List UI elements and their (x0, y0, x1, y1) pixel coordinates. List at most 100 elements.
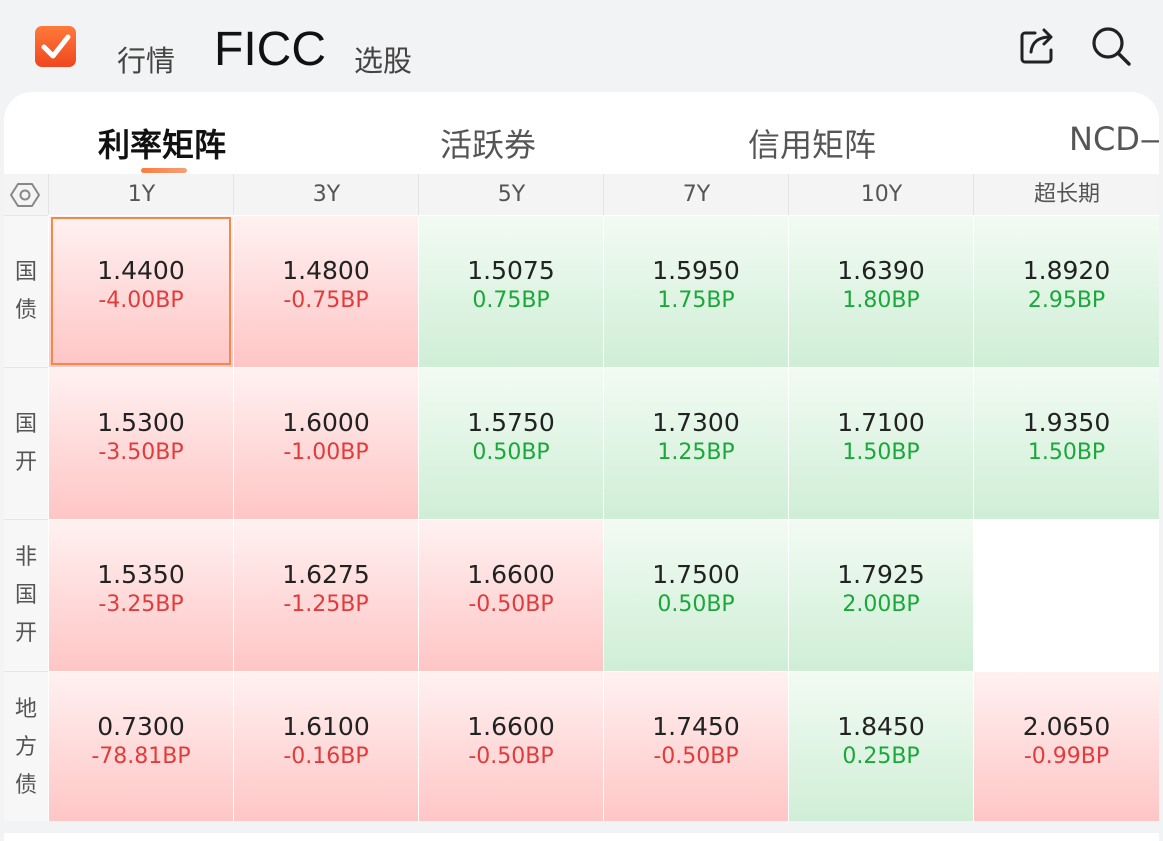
column-header[interactable]: 10Y (788, 174, 974, 215)
yield-change: 0.50BP (657, 592, 735, 617)
matrix-cell[interactable]: 1.6600 -0.50BP (418, 671, 603, 823)
nav-tab-market[interactable]: 行情 (117, 38, 175, 80)
row-label: 国开 (4, 367, 48, 520)
yield-value: 0.7300 (97, 712, 185, 741)
nav-tab-ficc[interactable]: FICC (214, 22, 326, 77)
column-header[interactable]: 超长期 (973, 174, 1159, 215)
matrix-cell[interactable]: 1.6000 -1.00BP (233, 367, 418, 519)
yield-value: 1.4800 (282, 256, 370, 285)
row-label-char: 地 (14, 697, 37, 722)
matrix-cell[interactable]: 1.7100 1.50BP (788, 367, 973, 519)
yield-change: 1.25BP (657, 440, 735, 465)
yield-change: -1.00BP (283, 440, 369, 465)
bottom-strip (4, 821, 1159, 833)
yield-value: 1.7925 (837, 560, 925, 589)
row-label-char: 国 (14, 583, 37, 608)
matrix-cell[interactable]: 1.6275 -1.25BP (233, 519, 418, 671)
share-icon[interactable] (1017, 25, 1059, 67)
yield-change: -3.50BP (98, 440, 184, 465)
yield-change: -0.50BP (468, 592, 554, 617)
check-square-icon[interactable] (35, 26, 76, 67)
yield-change: -1.25BP (283, 592, 369, 617)
subtab-credit-matrix[interactable]: 信用矩阵 (748, 120, 876, 166)
matrix-cell[interactable]: 1.7500 0.50BP (603, 519, 788, 671)
search-icon[interactable] (1090, 25, 1132, 67)
yield-change: 2.00BP (842, 592, 920, 617)
matrix-cell[interactable]: 1.5350 -3.25BP (48, 519, 233, 671)
row-label: 地方债 (4, 671, 48, 824)
selected-cell-outline (51, 217, 231, 365)
matrix-cell[interactable]: 1.8920 2.95BP (973, 215, 1159, 367)
column-header-row: 1Y 3Y 5Y 7Y 10Y 超长期 (4, 174, 1159, 215)
row-label: 国债 (4, 215, 48, 368)
yield-value: 1.7300 (652, 408, 740, 437)
yield-value: 1.6390 (837, 256, 925, 285)
matrix-cell[interactable]: 1.9350 1.50BP (973, 367, 1159, 519)
matrix-cell[interactable]: 1.7300 1.25BP (603, 367, 788, 519)
yield-value: 1.6600 (467, 712, 555, 741)
yield-change: -78.81BP (91, 744, 191, 769)
yield-change: -0.50BP (468, 744, 554, 769)
yield-change: 0.50BP (472, 440, 550, 465)
matrix-cell[interactable]: 1.6100 -0.16BP (233, 671, 418, 823)
top-bar: 行情 FICC 选股 (0, 0, 1163, 92)
matrix-cell[interactable]: 1.5300 -3.50BP (48, 367, 233, 519)
matrix-cell[interactable]: 2.0650 -0.99BP (973, 671, 1159, 823)
yield-value: 1.9350 (1022, 408, 1111, 437)
yield-value: 1.5075 (467, 256, 555, 285)
matrix-cell[interactable]: 1.7450 -0.50BP (603, 671, 788, 823)
yield-value: 1.6100 (282, 712, 370, 741)
row-label-char: 国 (14, 260, 37, 285)
yield-change: 1.75BP (657, 288, 735, 313)
matrix-cell[interactable]: 1.5750 0.50BP (418, 367, 603, 519)
matrix-cell[interactable]: 0.7300 -78.81BP (48, 671, 233, 823)
row-label-char: 非 (14, 545, 37, 570)
yield-value: 1.7100 (837, 408, 925, 437)
yield-value: 1.5750 (467, 408, 555, 437)
active-subtab-indicator (141, 168, 187, 173)
row-label-char: 开 (14, 621, 37, 646)
matrix-cell[interactable]: 1.7925 2.00BP (788, 519, 973, 671)
yield-change: 0.75BP (472, 288, 550, 313)
matrix-cell[interactable]: 1.5075 0.75BP (418, 215, 603, 367)
yield-value: 1.5300 (97, 408, 185, 437)
column-header[interactable]: 7Y (603, 174, 789, 215)
yield-value: 1.5350 (97, 560, 185, 589)
matrix-panel: 利率矩阵 活跃券 信用矩阵 NCD— 1Y 3Y 5Y 7Y 10Y 超长期 国… (4, 92, 1159, 841)
yield-value: 1.7500 (652, 560, 740, 589)
yield-value: 1.8450 (837, 712, 925, 741)
yield-value: 1.7450 (652, 712, 740, 741)
matrix-cell (973, 519, 1159, 671)
yield-value: 1.5950 (652, 256, 740, 285)
yield-change: 1.50BP (1027, 440, 1106, 465)
yield-value: 1.6275 (282, 560, 370, 589)
column-header[interactable]: 5Y (418, 174, 604, 215)
nav-tab-stock-picker[interactable]: 选股 (354, 38, 412, 80)
subtab-ncd[interactable]: NCD— (1069, 120, 1159, 158)
column-header[interactable]: 3Y (233, 174, 419, 215)
yield-value: 1.6000 (282, 408, 370, 437)
matrix-cell[interactable]: 1.6600 -0.50BP (418, 519, 603, 671)
yield-change: -0.75BP (283, 288, 369, 313)
yield-change: -0.99BP (1023, 744, 1110, 769)
row-label-char: 债 (14, 773, 37, 798)
yield-change: -0.50BP (653, 744, 739, 769)
yield-change: 0.25BP (842, 744, 920, 769)
row-label-char: 国 (14, 412, 37, 437)
row-label-char: 债 (14, 298, 37, 323)
matrix-cell[interactable]: 1.8450 0.25BP (788, 671, 973, 823)
row-label: 非国开 (4, 519, 48, 672)
yield-value: 1.6600 (467, 560, 555, 589)
matrix-cell[interactable]: 1.4800 -0.75BP (233, 215, 418, 367)
subtab-active-bonds[interactable]: 活跃券 (440, 120, 536, 166)
column-header[interactable]: 1Y (48, 174, 234, 215)
subtab-rate-matrix[interactable]: 利率矩阵 (98, 120, 226, 166)
matrix-cell[interactable]: 1.5950 1.75BP (603, 215, 788, 367)
hexagon-settings-icon[interactable] (10, 180, 40, 210)
matrix-cell[interactable]: 1.6390 1.80BP (788, 215, 973, 367)
subtab-ncd-label: NCD (1069, 120, 1140, 158)
yield-change: -0.16BP (283, 744, 369, 769)
row-label-char: 方 (14, 735, 37, 760)
yield-change: -3.25BP (98, 592, 184, 617)
yield-value: 1.8920 (1022, 256, 1111, 285)
